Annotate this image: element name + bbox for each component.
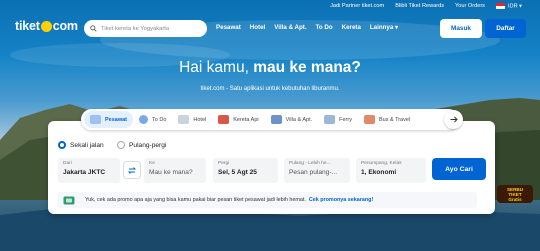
search-input[interactable] <box>101 25 205 32</box>
tab-todo[interactable]: To Do <box>133 111 172 128</box>
main-nav: Pesawat Hotel Villa & Apt. To Do Kereta … <box>216 24 398 31</box>
plane-icon <box>90 115 101 124</box>
passenger-label: Penumpang, Kelas <box>361 161 402 166</box>
tabs-next-button[interactable] <box>444 110 463 129</box>
tab-bus[interactable]: Bus & Travel <box>358 111 416 128</box>
to-placeholder: Mau ke mana? <box>149 169 193 176</box>
partner-link[interactable]: Jadi Partner tiket.com <box>330 3 384 9</box>
nav-lainnya[interactable]: Lainnya ▾ <box>370 24 398 31</box>
nav-todo[interactable]: To Do <box>316 24 333 31</box>
swap-icon <box>128 166 136 174</box>
hero-headline: Hai kamu, mau ke mana? <box>0 59 540 77</box>
passenger-value: 1, Ekonomi <box>361 169 397 176</box>
tab-label: To Do <box>152 116 167 123</box>
rewards-link[interactable]: Blibli Tiket Rewards <box>395 3 444 9</box>
tab-label: Villa & Apt. <box>285 116 313 123</box>
login-button[interactable]: Masuk <box>440 19 482 38</box>
villa-icon <box>270 115 282 124</box>
tab-villa[interactable]: Villa & Apt. <box>265 111 319 128</box>
headline-regular: Hai kamu, <box>179 59 254 76</box>
depart-value: Sel, 5 Agt 25 <box>218 169 257 176</box>
tab-pesawat[interactable]: Pesawat <box>84 111 134 128</box>
radio-round-trip[interactable]: Pulang-pergi <box>117 141 166 149</box>
tab-label: Ferry <box>339 116 352 123</box>
nav-kereta[interactable]: Kereta <box>342 24 361 31</box>
search-icon <box>90 25 97 32</box>
register-button[interactable]: Daftar <box>485 19 526 38</box>
tab-kereta[interactable]: Kereta Api <box>212 111 264 128</box>
tiket-logo[interactable]: tiket com <box>15 19 78 33</box>
return-date-field[interactable]: Pulang - Lebih he... Pesan pulang-... <box>284 158 350 183</box>
serbu-tiket-badge[interactable]: SERBU TIKET Gratis <box>497 185 533 203</box>
hero-subtitle: tiket.com - Satu aplikasi untuk kebutuha… <box>200 86 340 92</box>
radio-unselected-icon <box>117 141 125 149</box>
promo-text: Yuk, cek ada promo apa aja yang bisa kam… <box>85 197 306 203</box>
to-label: Ke <box>149 161 155 166</box>
promo-link[interactable]: Cek promonya sekarang! <box>309 197 373 203</box>
nav-villa[interactable]: Villa & Apt. <box>274 24 306 31</box>
indonesia-flag-icon <box>495 2 505 9</box>
tab-label: Kereta Api <box>233 116 259 123</box>
radio-label: Pulang-pergi <box>129 141 167 149</box>
nav-pesawat[interactable]: Pesawat <box>216 24 241 31</box>
ticket-promo-icon <box>63 196 75 204</box>
from-field[interactable]: Dari Jakarta JKTC <box>58 158 120 183</box>
nav-hotel[interactable]: Hotel <box>250 24 265 31</box>
search-bar[interactable] <box>84 20 207 37</box>
currency-label: IDR <box>507 3 518 10</box>
logo-dot-icon <box>40 20 52 32</box>
hotel-icon <box>178 115 190 124</box>
tab-ferry[interactable]: Ferry <box>318 111 358 128</box>
logo-text-right: com <box>52 19 78 33</box>
depart-date-field[interactable]: Pergi Sel, 5 Agt 25 <box>213 158 278 183</box>
passenger-field[interactable]: Penumpang, Kelas 1, Ekonomi <box>356 158 426 183</box>
ferry-icon <box>324 115 336 124</box>
currency-selector[interactable]: IDR ▾ <box>495 2 522 10</box>
tab-hotel[interactable]: Hotel <box>172 111 212 128</box>
train-icon <box>218 115 230 124</box>
tab-label: Hotel <box>193 116 207 123</box>
tab-label: Pesawat <box>105 116 128 123</box>
chevron-down-icon: ▾ <box>395 24 399 31</box>
headline-bold: mau ke mana? <box>253 59 361 76</box>
tab-label: Bus & Travel <box>378 116 411 123</box>
orders-link[interactable]: Your Orders <box>455 3 485 9</box>
badge-line3: Gratis <box>508 196 522 202</box>
nav-lainnya-label: Lainnya <box>369 24 394 31</box>
promo-banner: Yuk, cek ada promo apa aja yang bisa kam… <box>57 192 477 208</box>
radio-one-way[interactable]: Sekali jalan <box>58 141 104 149</box>
from-value: Jakarta JKTC <box>63 169 106 176</box>
return-value: Pesan pulang-... <box>289 169 338 176</box>
search-submit-button[interactable]: Ayo Cari <box>432 158 486 180</box>
arrow-right-icon <box>450 116 458 123</box>
swap-button[interactable] <box>123 161 141 179</box>
top-utility-bar: Jadi Partner tiket.com Blibli Tiket Rewa… <box>330 0 540 12</box>
product-tabs: Pesawat To Do Hotel Kereta Api Villa & A… <box>81 109 459 130</box>
to-field[interactable]: Ke Mau ke mana? <box>144 158 206 183</box>
depart-label: Pergi <box>218 161 230 166</box>
from-label: Dari <box>63 161 72 166</box>
logo-text-left: tiket <box>15 19 40 33</box>
radio-label: Sekali jalan <box>70 141 104 149</box>
return-label: Pulang - Lebih he... <box>289 161 331 166</box>
radio-selected-icon <box>58 141 66 149</box>
ticket-icon <box>139 115 149 124</box>
bus-icon <box>363 115 375 124</box>
